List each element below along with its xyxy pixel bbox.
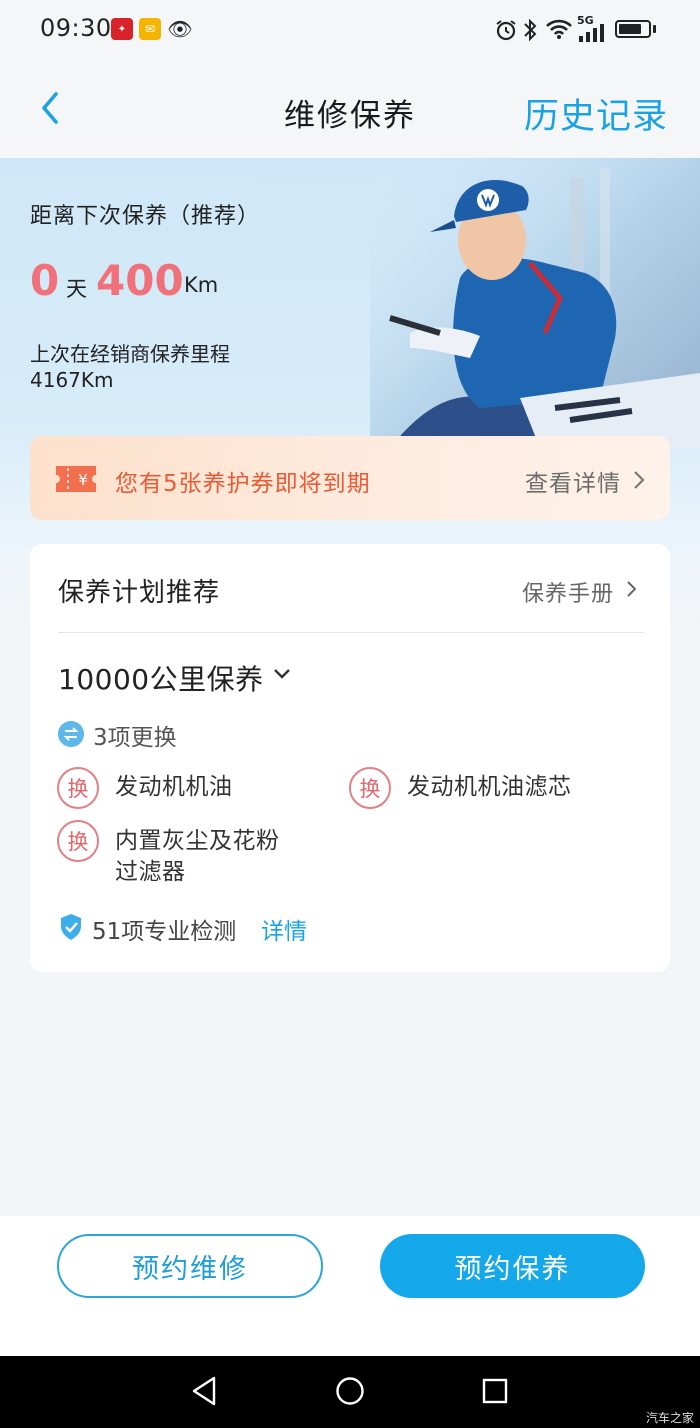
replace-badge-icon: 换: [57, 767, 99, 809]
alarm-icon: [496, 20, 516, 41]
battery-tip: [653, 25, 656, 33]
next-maintenance-label: 距离下次保养（推荐）: [30, 204, 261, 229]
km-unit: Km: [184, 273, 219, 297]
swap-icon: [58, 721, 84, 747]
inspection-count: 51项专业检测: [92, 919, 237, 945]
replace-count: 3项更换: [93, 725, 177, 751]
status-time: 09:30: [40, 14, 112, 42]
replace-badge-icon: 换: [57, 820, 99, 862]
last-maintenance-mileage: 4167Km: [30, 368, 114, 392]
divider: [58, 632, 644, 633]
coupon-ticket-icon: ¥: [56, 466, 96, 492]
chevron-down-icon[interactable]: [272, 667, 292, 681]
book-repair-button[interactable]: 预约维修: [57, 1234, 323, 1298]
nav-recent-icon[interactable]: [481, 1377, 509, 1405]
replace-item: 内置灰尘及花粉过滤器: [115, 828, 280, 885]
history-records-link[interactable]: 历史记录: [524, 88, 668, 139]
book-maintenance-button[interactable]: 预约保养: [380, 1234, 645, 1298]
km-remaining-value: 400: [96, 256, 184, 305]
battery-icon: [615, 20, 651, 38]
mail-app-icon: ✉: [139, 18, 161, 40]
bluetooth-icon: [524, 18, 537, 42]
mechanic-illustration: [370, 158, 700, 448]
signal-icon: [579, 24, 604, 42]
watermark: 汽车之家: [645, 1411, 694, 1425]
shield-check-icon: [61, 914, 81, 940]
news-app-icon: ✦: [111, 18, 133, 40]
replace-item: 发动机机油: [115, 774, 233, 800]
days-unit: 天: [66, 277, 87, 301]
chevron-right-icon: [627, 581, 637, 597]
chevron-right-icon: [634, 471, 645, 489]
interval-selector[interactable]: 10000公里保养: [58, 658, 264, 698]
coupon-expiry-text: 您有5张养护券即将到期: [115, 471, 371, 497]
wifi-icon: [546, 19, 572, 39]
last-maintenance-label: 上次在经销商保养里程: [30, 342, 230, 366]
eye-icon: 👁: [167, 17, 193, 41]
nav-home-icon[interactable]: [334, 1375, 366, 1407]
days-remaining-value: 0: [30, 256, 60, 305]
replace-item: 发动机机油滤芯: [407, 774, 572, 800]
replace-badge-icon: 换: [349, 767, 391, 809]
coupon-details-link[interactable]: 查看详情: [525, 464, 621, 498]
nav-back-icon[interactable]: [188, 1374, 220, 1408]
inspection-details-link[interactable]: 详情: [261, 912, 307, 946]
svg-text:¥: ¥: [78, 471, 88, 489]
maintenance-manual-link[interactable]: 保养手册: [522, 576, 614, 608]
plan-title: 保养计划推荐: [58, 578, 221, 608]
